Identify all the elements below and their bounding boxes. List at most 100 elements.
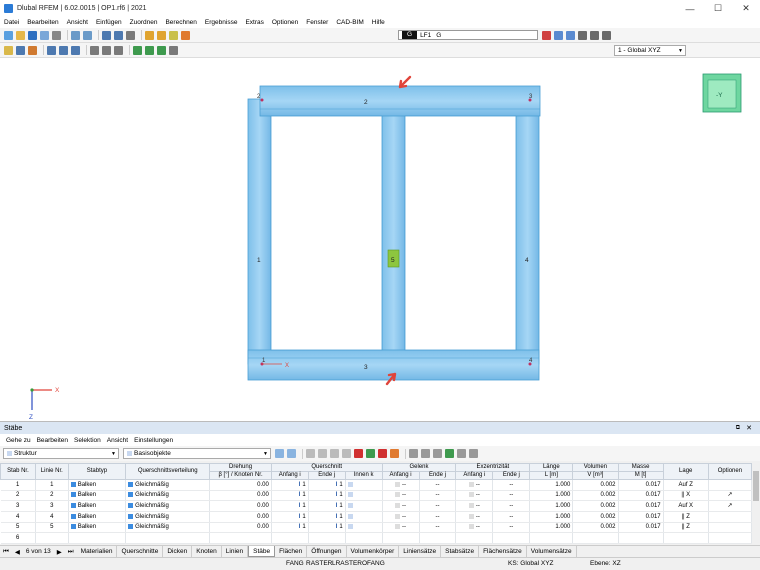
cell-ee[interactable]: -- bbox=[492, 511, 531, 523]
cell-lage[interactable]: || X bbox=[663, 490, 709, 502]
cell-m[interactable]: 0.017 bbox=[618, 490, 664, 502]
mirror-icon[interactable] bbox=[157, 45, 166, 55]
cell-v[interactable]: 0.002 bbox=[572, 479, 619, 491]
filter-icon[interactable] bbox=[566, 31, 575, 40]
cell-qa[interactable]: I1 bbox=[271, 500, 309, 512]
zoom-icon[interactable] bbox=[469, 449, 478, 458]
table-scrollbar[interactable] bbox=[752, 463, 760, 544]
cell-qa[interactable]: I1 bbox=[271, 479, 309, 491]
cell-l[interactable]: 1.000 bbox=[529, 500, 574, 512]
panel-menu-view[interactable]: Ansicht bbox=[104, 437, 131, 444]
cell-m[interactable]: 0.017 bbox=[618, 522, 664, 534]
new-icon[interactable] bbox=[4, 30, 13, 40]
cell-linie[interactable]: 3 bbox=[35, 500, 69, 512]
cell-typ[interactable]: Balken bbox=[68, 490, 127, 502]
cell-lage[interactable]: Auf Z bbox=[663, 479, 709, 491]
tab-volumenkoerper[interactable]: Volumenkörper bbox=[347, 546, 400, 557]
last-page-icon[interactable]: ⏭ bbox=[65, 548, 77, 556]
cell-v[interactable]: 0.002 bbox=[572, 500, 619, 512]
cell-ea[interactable]: -- bbox=[455, 500, 494, 512]
insert-row-icon[interactable] bbox=[318, 449, 327, 458]
cell-linie[interactable] bbox=[35, 532, 69, 544]
cell-ge[interactable] bbox=[419, 532, 457, 544]
cell-nr[interactable]: 6 bbox=[0, 532, 36, 544]
cell-vert[interactable]: Gleichmäßig bbox=[125, 490, 211, 502]
menu-cad-bim[interactable]: CAD-BIM bbox=[332, 19, 367, 26]
scrollbar-thumb[interactable] bbox=[753, 471, 759, 501]
open-icon[interactable] bbox=[16, 30, 25, 40]
cell-ga[interactable]: -- bbox=[382, 511, 420, 523]
tab-liniensaetze[interactable]: Liniensätze bbox=[399, 546, 442, 557]
results-icon[interactable] bbox=[157, 30, 166, 40]
cell-qe[interactable]: I1 bbox=[308, 500, 346, 512]
table-row[interactable]: 2 2 Balken Gleichmäßig 0.00 I 1 I 1 -- -- -- -- 1.000… bbox=[0, 490, 753, 502]
cell-qa[interactable] bbox=[271, 532, 309, 544]
col-e-ende[interactable]: Ende j bbox=[492, 471, 531, 480]
col-querschnittsverteilung[interactable]: Querschnittsverteilung bbox=[125, 463, 211, 480]
rotate-icon[interactable] bbox=[145, 45, 154, 55]
cell-ea[interactable] bbox=[455, 532, 494, 544]
cell-ee[interactable]: -- bbox=[492, 490, 531, 502]
solid-icon[interactable] bbox=[71, 45, 80, 55]
cell-vert[interactable] bbox=[125, 532, 211, 544]
undo-icon[interactable] bbox=[71, 30, 80, 40]
cell-ga[interactable]: -- bbox=[382, 522, 420, 534]
first-page-icon[interactable]: ⏮ bbox=[0, 548, 12, 556]
cell-beta[interactable]: 0.00 bbox=[209, 500, 272, 512]
tab-flaechensaetze[interactable]: Flächensätze bbox=[479, 546, 527, 557]
status-ofang[interactable]: OFANG bbox=[362, 560, 385, 567]
surface-icon[interactable] bbox=[59, 45, 68, 55]
cell-linie[interactable]: 4 bbox=[35, 511, 69, 523]
objects-select[interactable]: Basisobjekte ▼ bbox=[123, 448, 271, 459]
cell-ge[interactable]: -- bbox=[419, 500, 457, 512]
cell-innen-k[interactable] bbox=[345, 490, 383, 502]
tab-querschnitte[interactable]: Querschnitte bbox=[117, 546, 164, 557]
load-icon[interactable] bbox=[181, 30, 190, 40]
cell-v[interactable]: 0.002 bbox=[572, 511, 619, 523]
loadcase-select[interactable]: G LF1 G bbox=[398, 30, 538, 40]
table-icon[interactable] bbox=[102, 30, 111, 40]
view-icon[interactable] bbox=[126, 30, 135, 40]
measure-icon[interactable] bbox=[169, 45, 178, 55]
cell-lage[interactable]: || Z bbox=[663, 511, 709, 523]
col-stab-nr[interactable]: Stab Nr. bbox=[0, 463, 36, 480]
cell-ea[interactable]: -- bbox=[455, 522, 494, 534]
member-icon[interactable] bbox=[47, 45, 56, 55]
cell-qe[interactable] bbox=[308, 532, 346, 544]
move-icon[interactable] bbox=[133, 45, 142, 55]
cell-ge[interactable]: -- bbox=[419, 511, 457, 523]
cell-vert[interactable]: Gleichmäßig bbox=[125, 522, 211, 534]
remove-icon[interactable] bbox=[378, 449, 387, 458]
col-lage[interactable]: Lage bbox=[662, 463, 709, 480]
cell-qe[interactable]: I1 bbox=[308, 522, 346, 534]
save-as-icon[interactable] bbox=[40, 30, 49, 40]
panel-close-icon[interactable]: ✕ bbox=[746, 424, 752, 432]
cell-innen-k[interactable] bbox=[345, 500, 383, 512]
cell-lage[interactable]: Auf X bbox=[663, 500, 709, 512]
hinge-icon[interactable] bbox=[102, 45, 111, 55]
cell-l[interactable]: 1.000 bbox=[529, 511, 574, 523]
cell-ge[interactable]: -- bbox=[419, 479, 457, 491]
tab-staebe[interactable]: Stäbe bbox=[248, 546, 276, 557]
cell-qe[interactable]: I1 bbox=[308, 479, 346, 491]
menu-zuordnen[interactable]: Zuordnen bbox=[126, 19, 162, 26]
cell-qa[interactable]: I1 bbox=[271, 511, 309, 523]
node-2[interactable] bbox=[260, 98, 264, 102]
cell-typ[interactable]: Balken bbox=[68, 479, 127, 491]
col-linie-nr[interactable]: Linie Nr. bbox=[34, 463, 69, 480]
cell-nr[interactable]: 3 bbox=[0, 500, 36, 512]
cell-ea[interactable]: -- bbox=[455, 511, 494, 523]
table-row[interactable]: 5 5 Balken Gleichmäßig 0.00 I 1 I 1 -- -- -- -- 1.000… bbox=[0, 522, 753, 534]
cell-typ[interactable] bbox=[68, 532, 127, 544]
cell-typ[interactable]: Balken bbox=[68, 500, 127, 512]
col-v[interactable]: V [m³] bbox=[572, 471, 619, 480]
menu-ansicht[interactable]: Ansicht bbox=[63, 19, 92, 26]
cell-opt[interactable] bbox=[708, 532, 753, 544]
report-icon[interactable] bbox=[169, 30, 178, 40]
scale-icon[interactable] bbox=[590, 31, 599, 40]
status-fang[interactable]: FANG bbox=[286, 560, 304, 567]
col-q-ende[interactable]: Ende j bbox=[307, 471, 346, 480]
cell-beta[interactable]: 0.00 bbox=[209, 511, 272, 523]
cell-nr[interactable]: 4 bbox=[0, 511, 36, 523]
tab-dicken[interactable]: Dicken bbox=[163, 546, 193, 557]
